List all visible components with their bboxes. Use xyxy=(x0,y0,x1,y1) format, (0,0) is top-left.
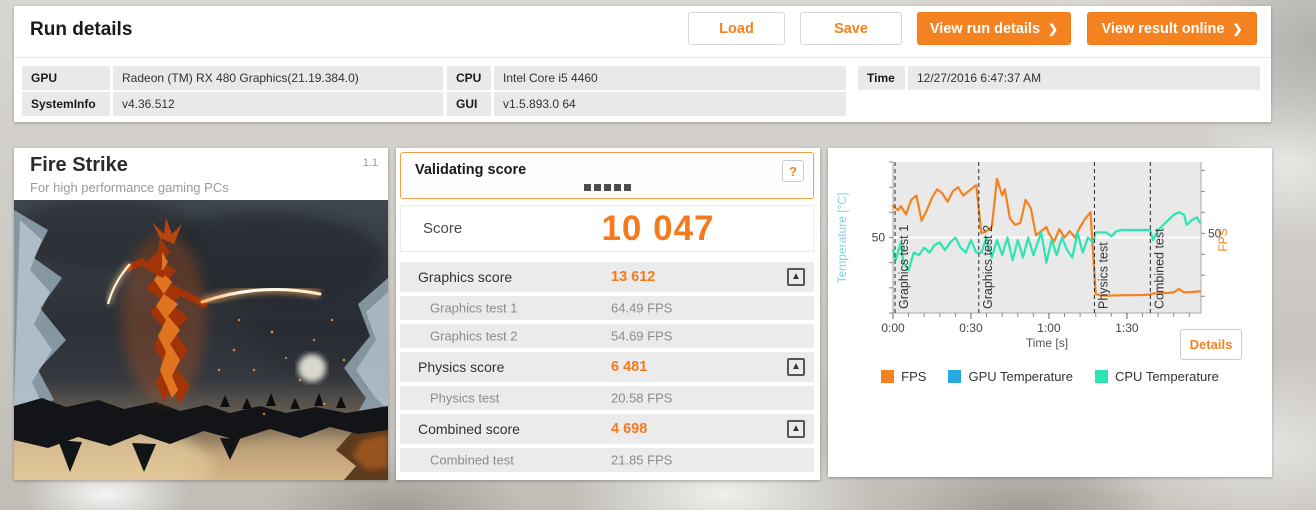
benchmark-version: 1.1 xyxy=(362,157,378,169)
fps-swatch-icon xyxy=(881,370,895,383)
legend-item-gpu-temperature: GPU Temperature xyxy=(948,369,1073,384)
info-label-systeminfo: SystemInfo xyxy=(22,92,110,116)
row-label: Graphics test 1 xyxy=(430,300,518,316)
svg-text:Temperature [°C]: Temperature [°C] xyxy=(835,193,849,284)
row-value: 6 481 xyxy=(611,359,648,375)
row-label: Combined test xyxy=(430,452,514,468)
chevron-right-icon: ❯ xyxy=(1048,21,1059,36)
score-panel: Validating score ? Score 10 047 Graphics… xyxy=(396,148,820,480)
chevron-right-icon: ❯ xyxy=(1232,21,1243,36)
row-value: 20.58 FPS xyxy=(611,390,673,406)
info-value-gpu: Radeon (TM) RX 480 Graphics(21.19.384.0) xyxy=(113,66,443,90)
svg-text:Combined test: Combined test xyxy=(1152,228,1166,309)
row-value: 54.69 FPS xyxy=(611,328,673,344)
collapse-physics-button[interactable]: ▲ xyxy=(787,358,805,376)
monitoring-chart-panel: 0:00 0:30 1:00 1:30 50 50 Temperature [°C] FPS T… xyxy=(828,148,1272,477)
legend-item-fps: FPS xyxy=(881,369,926,384)
physics-score-row: Physics score 6 481 ▲ xyxy=(400,352,814,382)
row-value: 13 612 xyxy=(611,269,656,285)
collapse-graphics-button[interactable]: ▲ xyxy=(787,268,805,286)
graphics-score-row: Graphics score 13 612 ▲ xyxy=(400,262,814,292)
legend-label: GPU Temperature xyxy=(968,369,1073,384)
combined-score-row: Combined score 4 698 ▲ xyxy=(400,414,814,444)
svg-text:Physics test: Physics test xyxy=(1096,242,1110,309)
benchmark-panel: Fire Strike For high performance gaming … xyxy=(14,148,388,480)
info-value-gui: v1.5.893.0 64 xyxy=(494,92,846,116)
row-label: Graphics test 2 xyxy=(430,328,518,344)
cpu-temperature-swatch-icon xyxy=(1095,370,1108,383)
row-label: Physics test xyxy=(430,390,500,406)
score-value: 10 047 xyxy=(601,209,715,248)
svg-text:1:00: 1:00 xyxy=(1037,321,1061,335)
row-value: 64.49 FPS xyxy=(611,300,673,316)
load-button-label: Load xyxy=(719,20,754,37)
info-label-gui: GUI xyxy=(447,92,491,116)
svg-text:Time [s]: Time [s] xyxy=(1026,336,1068,350)
total-score-row: Score 10 047 xyxy=(400,205,814,252)
legend-item-cpu-temperature: CPU Temperature xyxy=(1095,369,1219,384)
info-value-systeminfo: v4.36.512 xyxy=(113,92,443,116)
svg-text:0:00: 0:00 xyxy=(881,321,905,335)
graphics-test1-row: Graphics test 1 64.49 FPS xyxy=(400,296,814,320)
run-details-panel: Run details Load Save View run details ❯… xyxy=(14,6,1271,122)
view-run-details-button[interactable]: View run details ❯ xyxy=(917,12,1071,45)
svg-text:Graphics test 2: Graphics test 2 xyxy=(981,225,995,309)
svg-text:1:30: 1:30 xyxy=(1115,321,1139,335)
combined-test-row: Combined test 21.85 FPS xyxy=(400,448,814,472)
svg-text:FPS: FPS xyxy=(1216,228,1230,251)
help-button[interactable]: ? xyxy=(782,160,804,182)
legend-label: FPS xyxy=(901,369,927,384)
validating-progress-dots xyxy=(401,184,813,191)
info-label-gpu: GPU xyxy=(22,66,110,90)
row-label: Physics score xyxy=(418,359,505,375)
details-button-label: Details xyxy=(1189,337,1233,352)
gpu-temperature-swatch-icon xyxy=(948,370,962,383)
row-label: Graphics score xyxy=(418,269,513,285)
view-result-online-button[interactable]: View result online ❯ xyxy=(1087,12,1257,45)
load-button[interactable]: Load xyxy=(688,12,785,45)
benchmark-tagline: For high performance gaming PCs xyxy=(30,180,229,195)
graphics-test2-row: Graphics test 2 54.69 FPS xyxy=(400,324,814,348)
row-value: 21.85 FPS xyxy=(611,452,673,468)
validating-score-label: Validating score xyxy=(415,162,527,178)
view-result-online-label: View result online xyxy=(1101,20,1225,37)
collapse-combined-button[interactable]: ▲ xyxy=(787,420,805,438)
validating-score-box: Validating score ? xyxy=(400,152,814,199)
svg-text:Graphics test 1: Graphics test 1 xyxy=(897,225,911,309)
row-label: Combined score xyxy=(418,421,520,437)
info-label-time: Time xyxy=(858,66,905,90)
benchmark-title: Fire Strike xyxy=(30,154,128,176)
info-value-time: 12/27/2016 6:47:37 AM xyxy=(908,66,1260,90)
page-title: Run details xyxy=(30,19,133,40)
svg-text:0:30: 0:30 xyxy=(959,321,983,335)
legend-label: CPU Temperature xyxy=(1115,369,1219,384)
physics-test-row: Physics test 20.58 FPS xyxy=(400,386,814,410)
score-label: Score xyxy=(423,220,463,237)
save-button[interactable]: Save xyxy=(800,12,902,45)
row-value: 4 698 xyxy=(611,421,648,437)
info-label-cpu: CPU xyxy=(447,66,491,90)
svg-text:50: 50 xyxy=(872,231,886,245)
details-button[interactable]: Details xyxy=(1180,329,1242,360)
info-value-cpu: Intel Core i5 4460 xyxy=(494,66,846,90)
firestrike-artwork xyxy=(14,200,388,480)
view-run-details-label: View run details xyxy=(929,20,1041,37)
divider xyxy=(14,57,1271,58)
chart-legend: FPS GPU Temperature CPU Temperature xyxy=(828,369,1272,384)
save-button-label: Save xyxy=(834,20,868,37)
